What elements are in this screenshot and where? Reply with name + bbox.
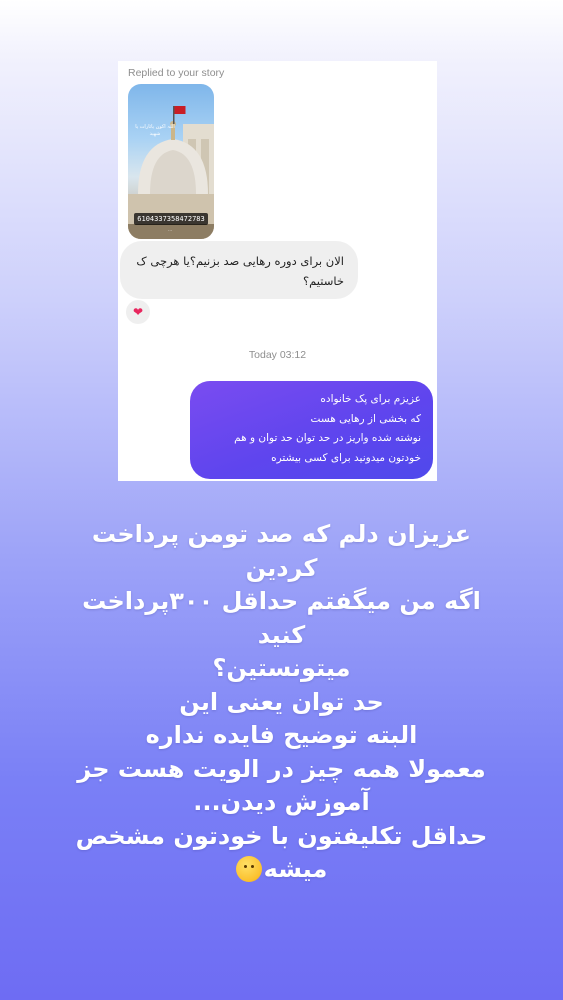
story-footer-text: ... <box>168 228 173 233</box>
story-caption: عزیزان دلم که صد تومن پرداخت کردین اگه م… <box>30 518 533 887</box>
caption-line: میشه <box>263 855 328 883</box>
dm-screenshot-card: Replied to your story اللہ اکون یاثارات … <box>118 61 437 481</box>
sent-message-line: نوشته شده واریز در حد توان حد توان و هم <box>234 432 421 444</box>
heart-reaction-icon[interactable]: ❤ <box>125 299 151 325</box>
caption-line: آموزش دیدن... <box>193 788 370 816</box>
caption-line: میتونستین؟ <box>212 654 351 682</box>
caption-line: عزیزان دلم که صد تومن پرداخت <box>91 520 472 548</box>
story-overlay-text: اللہ اکون یاثارات یا شهید <box>135 124 175 137</box>
sent-message-line: که بخشی از رهایی هست <box>310 412 421 425</box>
caption-line: البته توضیح فایده نداره <box>145 721 418 749</box>
sent-message-line: خودتون میدونید برای کسی بیشتره <box>271 451 421 464</box>
replied-to-story-label: Replied to your story <box>128 67 225 79</box>
saluting-face-icon <box>235 856 262 882</box>
caption-line: کردین <box>245 553 318 582</box>
received-message-bubble[interactable]: الان برای دوره رهایی صد بزنیم؟یا هرچی ک … <box>120 241 358 299</box>
card-number-label: 6104337358472783 <box>134 213 208 225</box>
caption-line: معمولا همه چیز در الویت هست جز <box>77 754 486 783</box>
caption-line: کنید <box>257 620 306 649</box>
message-timestamp: Today 03:12 <box>248 349 307 361</box>
caption-line: حد توان یعنی این <box>179 687 384 716</box>
caption-line: حداقل تکلیفتون با خودتون مشخص <box>75 821 488 850</box>
caption-line: اگه من میگفتم حداقل ۳۰۰پرداخت <box>82 587 481 615</box>
story-thumbnail[interactable]: اللہ اکون یاثارات یا شهید 61043373584727… <box>128 84 214 239</box>
sent-message-line: عزیزم برای پک خانواده <box>320 393 421 405</box>
caption-last-line: میشه <box>30 853 533 887</box>
sent-message-bubble[interactable]: عزیزم برای پک خانواده که بخشی از رهایی ه… <box>190 381 433 479</box>
